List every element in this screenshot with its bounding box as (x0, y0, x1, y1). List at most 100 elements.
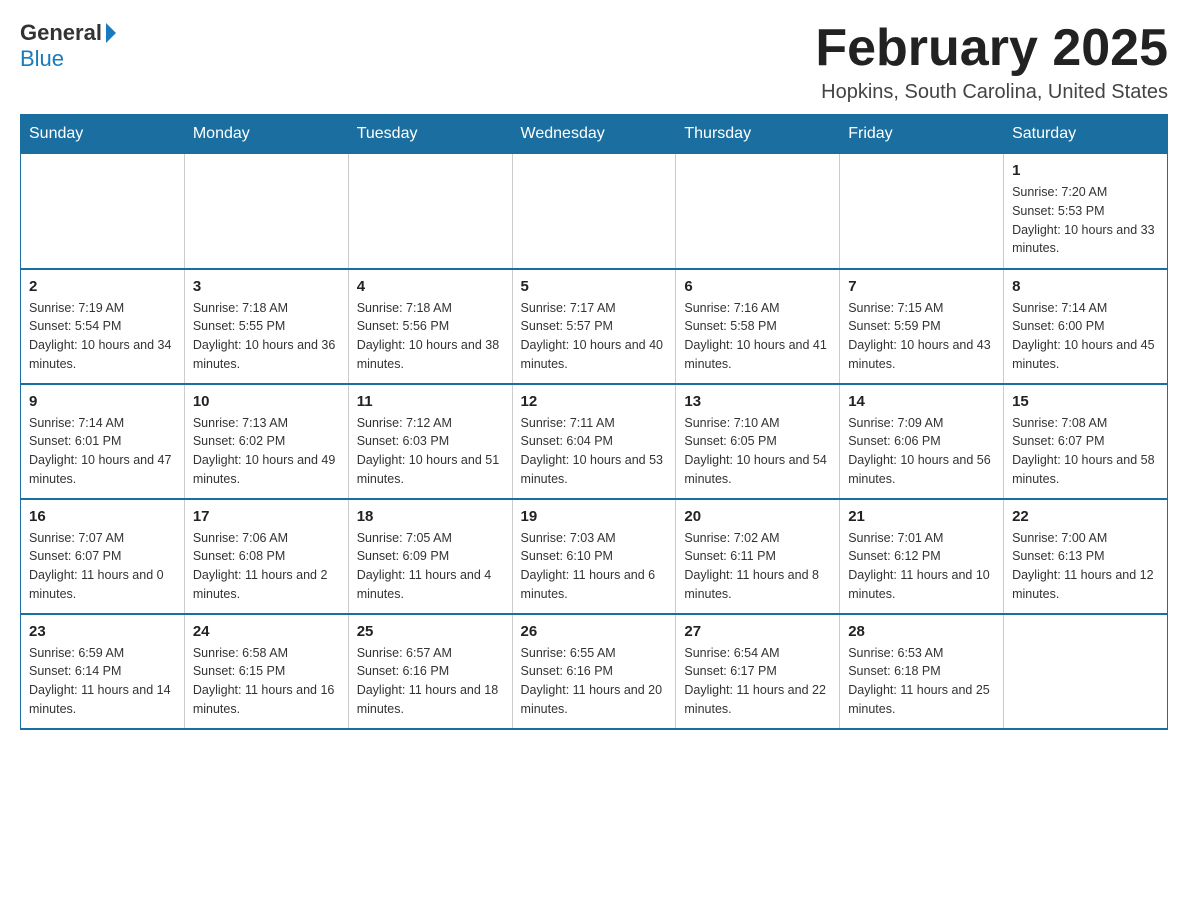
calendar-body: 1 Sunrise: 7:20 AMSunset: 5:53 PMDaylight… (21, 154, 1168, 729)
calendar-table: Sunday Monday Tuesday Wednesday Thursday… (20, 114, 1168, 730)
day-number: 22 (1012, 508, 1159, 525)
day-info: Sunrise: 6:58 AMSunset: 6:15 PMDaylight:… (193, 644, 340, 719)
table-cell: 13 Sunrise: 7:10 AMSunset: 6:05 PMDayligh… (676, 384, 840, 499)
day-info: Sunrise: 7:15 AMSunset: 5:59 PMDaylight:… (848, 299, 995, 374)
day-info: Sunrise: 7:18 AMSunset: 5:56 PMDaylight:… (357, 299, 504, 374)
logo-blue: Blue (20, 46, 64, 72)
day-number: 5 (521, 278, 668, 295)
day-info: Sunrise: 7:02 AMSunset: 6:11 PMDaylight:… (684, 529, 831, 604)
day-info: Sunrise: 7:17 AMSunset: 5:57 PMDaylight:… (521, 299, 668, 374)
table-cell: 20 Sunrise: 7:02 AMSunset: 6:11 PMDayligh… (676, 499, 840, 614)
day-number: 17 (193, 508, 340, 525)
table-cell (676, 154, 840, 269)
table-cell: 9 Sunrise: 7:14 AMSunset: 6:01 PMDaylight… (21, 384, 185, 499)
day-info: Sunrise: 7:11 AMSunset: 6:04 PMDaylight:… (521, 414, 668, 489)
header-wednesday: Wednesday (512, 115, 676, 154)
day-number: 11 (357, 393, 504, 410)
day-number: 7 (848, 278, 995, 295)
day-info: Sunrise: 7:07 AMSunset: 6:07 PMDaylight:… (29, 529, 176, 604)
day-number: 25 (357, 623, 504, 640)
day-info: Sunrise: 7:01 AMSunset: 6:12 PMDaylight:… (848, 529, 995, 604)
day-number: 9 (29, 393, 176, 410)
day-number: 16 (29, 508, 176, 525)
day-number: 12 (521, 393, 668, 410)
table-cell: 17 Sunrise: 7:06 AMSunset: 6:08 PMDayligh… (184, 499, 348, 614)
day-info: Sunrise: 7:06 AMSunset: 6:08 PMDaylight:… (193, 529, 340, 604)
day-number: 6 (684, 278, 831, 295)
logo-general: General (20, 20, 102, 46)
day-info: Sunrise: 7:18 AMSunset: 5:55 PMDaylight:… (193, 299, 340, 374)
day-number: 1 (1012, 162, 1159, 179)
day-info: Sunrise: 7:00 AMSunset: 6:13 PMDaylight:… (1012, 529, 1159, 604)
table-cell: 2 Sunrise: 7:19 AMSunset: 5:54 PMDaylight… (21, 269, 185, 384)
day-number: 18 (357, 508, 504, 525)
week-row-3: 9 Sunrise: 7:14 AMSunset: 6:01 PMDaylight… (21, 384, 1168, 499)
day-info: Sunrise: 7:05 AMSunset: 6:09 PMDaylight:… (357, 529, 504, 604)
calendar-header: Sunday Monday Tuesday Wednesday Thursday… (21, 115, 1168, 154)
table-cell: 11 Sunrise: 7:12 AMSunset: 6:03 PMDayligh… (348, 384, 512, 499)
day-info: Sunrise: 7:12 AMSunset: 6:03 PMDaylight:… (357, 414, 504, 489)
day-number: 23 (29, 623, 176, 640)
day-info: Sunrise: 7:14 AMSunset: 6:00 PMDaylight:… (1012, 299, 1159, 374)
day-info: Sunrise: 6:55 AMSunset: 6:16 PMDaylight:… (521, 644, 668, 719)
table-cell: 1 Sunrise: 7:20 AMSunset: 5:53 PMDaylight… (1004, 154, 1168, 269)
day-info: Sunrise: 7:13 AMSunset: 6:02 PMDaylight:… (193, 414, 340, 489)
day-info: Sunrise: 7:03 AMSunset: 6:10 PMDaylight:… (521, 529, 668, 604)
table-cell: 21 Sunrise: 7:01 AMSunset: 6:12 PMDayligh… (840, 499, 1004, 614)
month-title: February 2025 (815, 20, 1168, 77)
day-number: 20 (684, 508, 831, 525)
day-number: 4 (357, 278, 504, 295)
title-section: February 2025 Hopkins, South Carolina, U… (815, 20, 1168, 104)
table-cell (21, 154, 185, 269)
table-cell: 12 Sunrise: 7:11 AMSunset: 6:04 PMDayligh… (512, 384, 676, 499)
day-number: 10 (193, 393, 340, 410)
header-tuesday: Tuesday (348, 115, 512, 154)
day-number: 2 (29, 278, 176, 295)
week-row-1: 1 Sunrise: 7:20 AMSunset: 5:53 PMDaylight… (21, 154, 1168, 269)
header-monday: Monday (184, 115, 348, 154)
day-info: Sunrise: 7:09 AMSunset: 6:06 PMDaylight:… (848, 414, 995, 489)
week-row-2: 2 Sunrise: 7:19 AMSunset: 5:54 PMDaylight… (21, 269, 1168, 384)
location-subtitle: Hopkins, South Carolina, United States (815, 81, 1168, 104)
table-cell: 6 Sunrise: 7:16 AMSunset: 5:58 PMDaylight… (676, 269, 840, 384)
table-cell (512, 154, 676, 269)
header-saturday: Saturday (1004, 115, 1168, 154)
day-info: Sunrise: 7:20 AMSunset: 5:53 PMDaylight:… (1012, 183, 1159, 258)
table-cell: 14Sunrise: 7:09 AMSunset: 6:06 PMDayligh… (840, 384, 1004, 499)
day-info: Sunrise: 6:53 AMSunset: 6:18 PMDaylight:… (848, 644, 995, 719)
day-info: Sunrise: 7:16 AMSunset: 5:58 PMDaylight:… (684, 299, 831, 374)
day-number: 19 (521, 508, 668, 525)
weekday-header-row: Sunday Monday Tuesday Wednesday Thursday… (21, 115, 1168, 154)
table-cell: 23Sunrise: 6:59 AMSunset: 6:14 PMDayligh… (21, 614, 185, 729)
logo-arrow-icon (106, 23, 116, 43)
week-row-5: 23Sunrise: 6:59 AMSunset: 6:14 PMDayligh… (21, 614, 1168, 729)
table-cell: 10 Sunrise: 7:13 AMSunset: 6:02 PMDayligh… (184, 384, 348, 499)
day-info: Sunrise: 7:19 AMSunset: 5:54 PMDaylight:… (29, 299, 176, 374)
day-number: 28 (848, 623, 995, 640)
day-info: Sunrise: 7:14 AMSunset: 6:01 PMDaylight:… (29, 414, 176, 489)
day-info: Sunrise: 7:08 AMSunset: 6:07 PMDaylight:… (1012, 414, 1159, 489)
table-cell: 26 Sunrise: 6:55 AMSunset: 6:16 PMDayligh… (512, 614, 676, 729)
table-cell: 18 Sunrise: 7:05 AMSunset: 6:09 PMDayligh… (348, 499, 512, 614)
table-cell: 15 Sunrise: 7:08 AMSunset: 6:07 PMDayligh… (1004, 384, 1168, 499)
table-cell: 3 Sunrise: 7:18 AMSunset: 5:55 PMDaylight… (184, 269, 348, 384)
table-cell: 28 Sunrise: 6:53 AMSunset: 6:18 PMDayligh… (840, 614, 1004, 729)
logo-text: General (20, 20, 116, 46)
day-number: 26 (521, 623, 668, 640)
day-info: Sunrise: 6:57 AMSunset: 6:16 PMDaylight:… (357, 644, 504, 719)
table-cell: 22 Sunrise: 7:00 AMSunset: 6:13 PMDayligh… (1004, 499, 1168, 614)
day-number: 27 (684, 623, 831, 640)
table-cell: 4 Sunrise: 7:18 AMSunset: 5:56 PMDaylight… (348, 269, 512, 384)
day-number: 21 (848, 508, 995, 525)
table-cell (184, 154, 348, 269)
day-number: 3 (193, 278, 340, 295)
day-number: 13 (684, 393, 831, 410)
day-number: 15 (1012, 393, 1159, 410)
table-cell (348, 154, 512, 269)
table-cell (840, 154, 1004, 269)
table-cell: 25 Sunrise: 6:57 AMSunset: 6:16 PMDayligh… (348, 614, 512, 729)
table-cell: 16 Sunrise: 7:07 AMSunset: 6:07 PMDayligh… (21, 499, 185, 614)
table-cell: 27Sunrise: 6:54 AMSunset: 6:17 PMDayligh… (676, 614, 840, 729)
table-cell (1004, 614, 1168, 729)
day-info: Sunrise: 7:10 AMSunset: 6:05 PMDaylight:… (684, 414, 831, 489)
